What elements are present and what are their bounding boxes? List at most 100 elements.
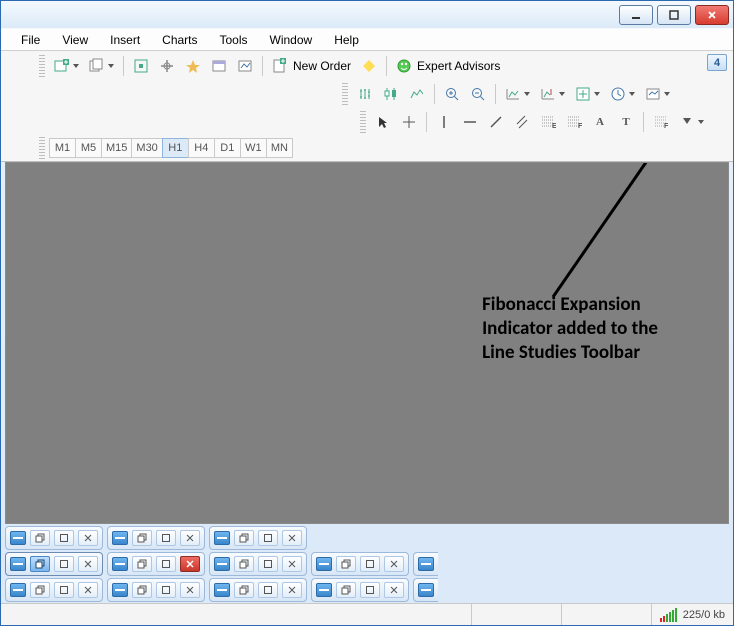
chart-window-tab[interactable] <box>209 526 307 550</box>
horizontal-line-button[interactable] <box>458 110 482 134</box>
chart-window-tab[interactable] <box>5 578 103 602</box>
toolbar-grip[interactable] <box>360 111 366 133</box>
trendline-button[interactable] <box>484 110 508 134</box>
tab-restore-button[interactable] <box>132 530 152 546</box>
tab-maximize-button[interactable] <box>156 582 176 598</box>
timeframe-d1[interactable]: D1 <box>214 138 240 158</box>
tab-maximize-button[interactable] <box>360 582 380 598</box>
cursor-button[interactable] <box>371 110 395 134</box>
text-button[interactable]: A <box>588 110 612 134</box>
tab-restore-button[interactable] <box>336 582 356 598</box>
timeframe-m5[interactable]: M5 <box>75 138 101 158</box>
chart-window-tab[interactable] <box>209 552 307 576</box>
tab-close-button[interactable] <box>78 530 98 546</box>
equidistant-channel-button[interactable] <box>510 110 534 134</box>
tab-close-button[interactable] <box>78 582 98 598</box>
arrows-button[interactable] <box>675 110 708 134</box>
chart-window-tab[interactable] <box>107 526 205 550</box>
tab-restore-button[interactable] <box>336 556 356 572</box>
new-chart-button[interactable] <box>50 54 83 78</box>
new-order-button[interactable]: New Order <box>268 54 355 78</box>
indicators-button[interactable] <box>571 82 604 106</box>
tab-maximize-button[interactable] <box>156 530 176 546</box>
chart-window-tab[interactable] <box>413 578 438 602</box>
periodicity-button[interactable] <box>606 82 639 106</box>
chart-window-tab[interactable] <box>413 552 438 576</box>
tab-close-button[interactable] <box>282 582 302 598</box>
tab-restore-button[interactable] <box>234 582 254 598</box>
tab-maximize-button[interactable] <box>54 530 74 546</box>
auto-scroll-button[interactable] <box>501 82 534 106</box>
vertical-line-button[interactable] <box>432 110 456 134</box>
menu-help[interactable]: Help <box>324 30 369 50</box>
timeframe-w1[interactable]: W1 <box>240 138 266 158</box>
tab-maximize-button[interactable] <box>258 582 278 598</box>
tab-restore-button[interactable] <box>30 556 50 572</box>
tab-restore-button[interactable] <box>30 582 50 598</box>
tab-close-button[interactable] <box>282 530 302 546</box>
data-window-button[interactable] <box>181 54 205 78</box>
chart-window-tab-active[interactable] <box>5 552 103 576</box>
menu-tools[interactable]: Tools <box>210 30 258 50</box>
tab-restore-button[interactable] <box>30 530 50 546</box>
chart-window-tab[interactable] <box>209 578 307 602</box>
tab-close-button[interactable] <box>78 556 98 572</box>
metaquotes-button[interactable] <box>357 54 381 78</box>
menu-charts[interactable]: Charts <box>152 30 207 50</box>
chart-window-tab[interactable] <box>107 578 205 602</box>
tab-close-button[interactable] <box>180 582 200 598</box>
tab-restore-button[interactable] <box>234 556 254 572</box>
chart-window-tab[interactable] <box>107 552 205 576</box>
navigator-button[interactable] <box>155 54 179 78</box>
chart-shift-button[interactable] <box>536 82 569 106</box>
timeframe-m15[interactable]: M15 <box>101 138 131 158</box>
chart-window-tab[interactable] <box>5 526 103 550</box>
tab-maximize-button[interactable] <box>258 556 278 572</box>
alerts-badge[interactable]: 4 <box>707 54 727 71</box>
templates-button[interactable] <box>641 82 674 106</box>
tab-restore-button[interactable] <box>132 556 152 572</box>
market-watch-button[interactable] <box>129 54 153 78</box>
tab-restore-button[interactable] <box>132 582 152 598</box>
zoom-in-button[interactable] <box>440 82 464 106</box>
toolbar-grip[interactable] <box>39 55 45 77</box>
close-button[interactable] <box>695 5 729 25</box>
bar-chart-button[interactable] <box>353 82 377 106</box>
timeframe-h4[interactable]: H4 <box>188 138 214 158</box>
tab-maximize-button[interactable] <box>360 556 380 572</box>
terminal-button[interactable] <box>207 54 231 78</box>
tab-close-button[interactable] <box>282 556 302 572</box>
chart-window-tab[interactable] <box>311 552 409 576</box>
profiles-button[interactable] <box>85 54 118 78</box>
timeframe-m1[interactable]: M1 <box>49 138 75 158</box>
menu-insert[interactable]: Insert <box>100 30 150 50</box>
expert-advisors-button[interactable]: Expert Advisors <box>392 54 504 78</box>
fibonacci-expansion-button[interactable]: F <box>649 110 673 134</box>
tab-close-button[interactable] <box>180 556 200 572</box>
minimize-button[interactable] <box>619 5 653 25</box>
tab-close-button[interactable] <box>384 582 404 598</box>
fibonacci-fan-button[interactable]: F <box>562 110 586 134</box>
timeframe-mn[interactable]: MN <box>266 138 293 158</box>
status-connection[interactable]: 225/0 kb <box>651 604 733 625</box>
tab-restore-button[interactable] <box>234 530 254 546</box>
tab-close-button[interactable] <box>180 530 200 546</box>
tab-maximize-button[interactable] <box>156 556 176 572</box>
toolbar-grip[interactable] <box>342 83 348 105</box>
zoom-out-button[interactable] <box>466 82 490 106</box>
toolbar-grip[interactable] <box>39 137 45 159</box>
menu-window[interactable]: Window <box>260 30 323 50</box>
menu-view[interactable]: View <box>52 30 98 50</box>
chart-window-tab[interactable] <box>311 578 409 602</box>
maximize-button[interactable] <box>657 5 691 25</box>
line-chart-button[interactable] <box>405 82 429 106</box>
timeframe-m30[interactable]: M30 <box>131 138 161 158</box>
tab-maximize-button[interactable] <box>54 556 74 572</box>
chart-area[interactable]: Fibonacci Expansion Indicator added to t… <box>5 162 729 524</box>
timeframe-h1[interactable]: H1 <box>162 138 188 158</box>
text-label-button[interactable]: T <box>614 110 638 134</box>
tab-maximize-button[interactable] <box>258 530 278 546</box>
tab-maximize-button[interactable] <box>54 582 74 598</box>
tab-close-button[interactable] <box>384 556 404 572</box>
candlestick-button[interactable] <box>379 82 403 106</box>
